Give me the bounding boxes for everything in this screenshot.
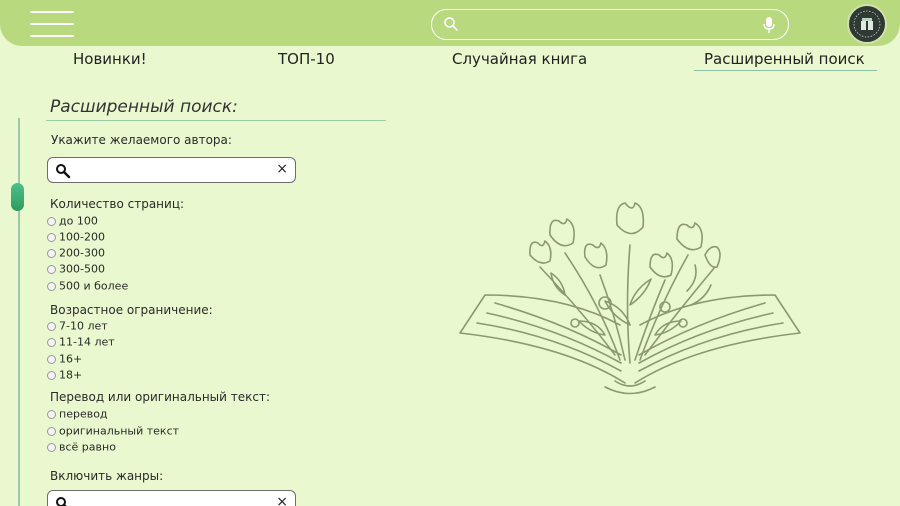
radio-translation-option[interactable]: перевод: [47, 407, 108, 421]
radio-button[interactable]: [47, 337, 56, 347]
main-nav: Новинки! ТОП-10 Случайная книга Расширен…: [0, 50, 900, 74]
genres-input[interactable]: [76, 494, 272, 506]
author-label: Укажите желаемого автора:: [51, 133, 232, 147]
author-search-field[interactable]: ×: [47, 157, 296, 183]
radio-age-option[interactable]: 11-14 лет: [47, 335, 115, 349]
nav-item-random-book[interactable]: Случайная книга: [452, 50, 587, 68]
radio-button[interactable]: [47, 248, 56, 258]
top-bar: [0, 0, 900, 46]
radio-button[interactable]: [47, 354, 56, 364]
microphone-icon[interactable]: [762, 16, 776, 34]
panel-divider-line: [18, 118, 20, 506]
search-icon: [444, 17, 458, 31]
radio-button[interactable]: [47, 281, 56, 291]
top-search-bar[interactable]: [431, 9, 789, 40]
radio-pages-option[interactable]: 100-200: [47, 230, 105, 244]
radio-button[interactable]: [47, 216, 56, 226]
radio-pages-option[interactable]: 500 и более: [47, 279, 128, 293]
radio-button[interactable]: [47, 426, 56, 436]
radio-translation-option[interactable]: оригинальный текст: [47, 424, 179, 438]
radio-age-option[interactable]: 16+: [47, 352, 82, 366]
genres-search-field[interactable]: ×: [47, 490, 296, 506]
clear-genres-icon[interactable]: ×: [276, 494, 288, 506]
radio-age-option[interactable]: 7-10 лет: [47, 319, 108, 333]
user-avatar[interactable]: [847, 4, 887, 44]
radio-button[interactable]: [47, 232, 56, 242]
menu-icon[interactable]: [30, 11, 74, 39]
nav-item-new[interactable]: Новинки!: [73, 50, 147, 68]
top-search-input[interactable]: [468, 14, 748, 36]
radio-button[interactable]: [47, 370, 56, 380]
author-input[interactable]: [76, 161, 272, 179]
nav-item-top10[interactable]: ТОП-10: [278, 50, 335, 68]
search-icon: [56, 497, 67, 506]
radio-button[interactable]: [47, 409, 56, 419]
search-icon: [56, 164, 71, 179]
scrollbar-thumb[interactable]: [11, 183, 24, 211]
genres-label: Включить жанры:: [50, 469, 164, 483]
radio-pages-option[interactable]: 300-500: [47, 262, 105, 276]
pages-label: Количество страниц:: [50, 197, 185, 211]
clear-author-icon[interactable]: ×: [276, 161, 288, 177]
page-title: Расширенный поиск:: [46, 97, 386, 121]
book-with-flowers-illustration: [459, 202, 801, 395]
radio-translation-option[interactable]: всё равно: [47, 440, 116, 454]
radio-age-option[interactable]: 18+: [47, 368, 82, 382]
radio-button[interactable]: [47, 442, 56, 452]
avatar-book-icon: [850, 7, 884, 41]
translation-label: Перевод или оригинальный текст:: [50, 390, 271, 404]
radio-button[interactable]: [47, 321, 56, 331]
radio-pages-option[interactable]: 200-300: [47, 246, 105, 260]
radio-pages-option[interactable]: до 100: [47, 214, 98, 228]
radio-button[interactable]: [47, 264, 56, 274]
age-label: Возрастное ограничение:: [50, 303, 213, 317]
nav-item-advanced-search[interactable]: Расширенный поиск: [694, 50, 877, 71]
